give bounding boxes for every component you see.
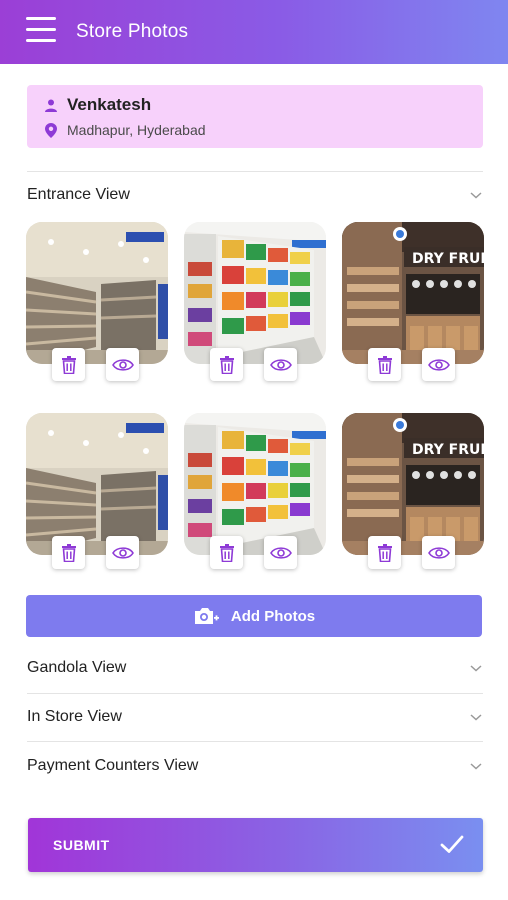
divider xyxy=(27,171,483,172)
store-location: Madhapur, Hyderabad xyxy=(67,122,206,138)
chevron-down-icon xyxy=(470,763,482,770)
app-header: Store Photos xyxy=(0,0,508,64)
trash-icon xyxy=(219,543,234,562)
section-title: Payment Counters View xyxy=(27,757,199,774)
eye-icon xyxy=(111,546,134,559)
section-entrance-view[interactable]: Entrance View xyxy=(27,180,483,210)
add-photos-button[interactable]: Add Photos xyxy=(26,595,482,637)
delete-photo-button[interactable] xyxy=(368,536,401,569)
view-photo-button[interactable] xyxy=(422,536,455,569)
divider xyxy=(27,741,483,742)
dry-fruits-store-image: DRY FRUITS xyxy=(342,222,484,364)
view-photo-button[interactable] xyxy=(106,536,139,569)
page-title: Store Photos xyxy=(76,21,189,42)
delete-photo-button[interactable] xyxy=(52,536,85,569)
divider xyxy=(27,693,483,694)
view-photo-button[interactable] xyxy=(422,348,455,381)
trash-icon xyxy=(377,543,392,562)
eye-icon xyxy=(111,358,134,371)
camera-add-icon xyxy=(194,608,219,624)
submit-label: SUBMIT xyxy=(53,837,110,853)
view-photo-button[interactable] xyxy=(264,536,297,569)
store-info-card: Venkatesh Madhapur, Hyderabad xyxy=(27,85,483,148)
section-title: Gandola View xyxy=(27,659,127,676)
section-title: In Store View xyxy=(27,708,122,725)
hamburger-menu-icon[interactable] xyxy=(26,17,56,45)
eye-icon xyxy=(427,358,450,371)
location-pin-icon xyxy=(45,122,57,138)
trash-icon xyxy=(219,355,234,374)
view-photo-button[interactable] xyxy=(106,348,139,381)
svg-text:DRY FRUITS: DRY FRUITS xyxy=(412,251,484,267)
section-payment-counters-view[interactable]: Payment Counters View xyxy=(27,751,483,781)
supermarket-aisle-image xyxy=(26,222,168,364)
person-icon xyxy=(45,99,57,112)
photo-thumbnail[interactable] xyxy=(26,222,168,364)
photo-thumbnail[interactable] xyxy=(26,413,168,555)
photo-thumbnail[interactable] xyxy=(184,222,326,364)
snack-shelves-image xyxy=(184,222,326,364)
delete-photo-button[interactable] xyxy=(210,536,243,569)
photo-thumbnail[interactable] xyxy=(184,413,326,555)
section-title: Entrance View xyxy=(27,186,130,203)
trash-icon xyxy=(61,543,76,562)
add-photos-label: Add Photos xyxy=(230,607,316,625)
eye-icon xyxy=(269,546,292,559)
supermarket-aisle-image xyxy=(26,413,168,555)
chevron-down-icon xyxy=(470,714,482,721)
trash-icon xyxy=(377,355,392,374)
store-name: Venkatesh xyxy=(67,95,152,114)
section-in-store-view[interactable]: In Store View xyxy=(27,702,483,732)
dry-fruits-store-image: DRY FRUITS xyxy=(342,413,484,555)
snack-shelves-image xyxy=(184,413,326,555)
photo-thumbnail[interactable]: DRY FRUITS xyxy=(342,413,484,555)
checkmark-icon xyxy=(440,835,464,853)
view-photo-button[interactable] xyxy=(264,348,297,381)
chevron-up-icon xyxy=(470,192,482,199)
delete-photo-button[interactable] xyxy=(52,348,85,381)
trash-icon xyxy=(61,355,76,374)
section-gandola-view[interactable]: Gandola View xyxy=(27,653,483,683)
delete-photo-button[interactable] xyxy=(210,348,243,381)
delete-photo-button[interactable] xyxy=(368,348,401,381)
photo-thumbnail[interactable]: DRY FRUITS xyxy=(342,222,484,364)
svg-text:DRY FRUITS: DRY FRUITS xyxy=(412,442,484,458)
eye-icon xyxy=(427,546,450,559)
chevron-down-icon xyxy=(470,665,482,672)
eye-icon xyxy=(269,358,292,371)
submit-button[interactable]: SUBMIT xyxy=(28,818,483,872)
